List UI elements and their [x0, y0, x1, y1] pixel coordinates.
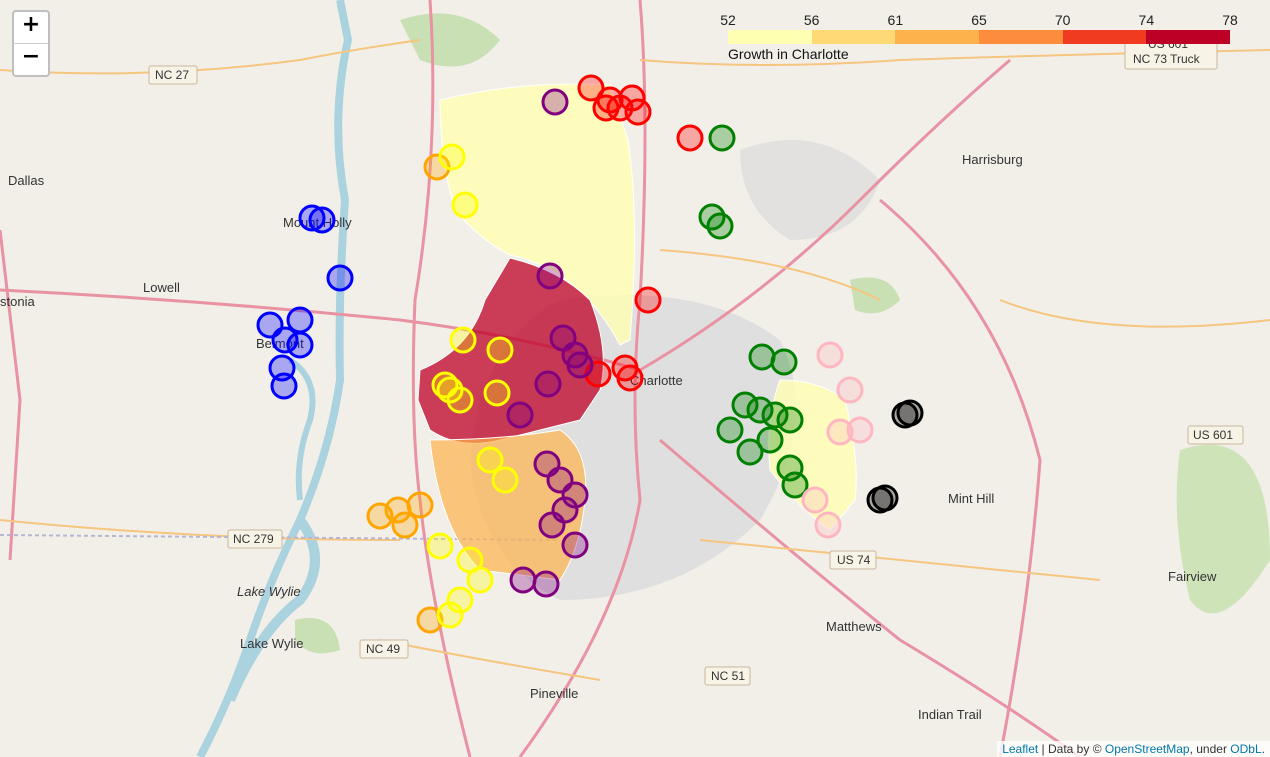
marker-blue[interactable] — [326, 264, 354, 292]
marker-blue[interactable] — [286, 331, 314, 359]
marker-yellow[interactable] — [436, 601, 464, 629]
marker-pink[interactable] — [816, 341, 844, 369]
marker-green[interactable] — [776, 406, 804, 434]
legend-caption: Growth in Charlotte — [728, 46, 849, 62]
marker-yellow[interactable] — [491, 466, 519, 494]
marker-pink[interactable] — [801, 486, 829, 514]
marker-purple[interactable] — [534, 370, 562, 398]
place-pineville: Pineville — [530, 686, 578, 701]
marker-purple[interactable] — [551, 496, 579, 524]
marker-yellow[interactable] — [451, 191, 479, 219]
marker-yellow[interactable] — [449, 326, 477, 354]
marker-purple[interactable] — [541, 88, 569, 116]
legend-swatch — [1146, 30, 1231, 44]
marker-red[interactable] — [616, 364, 644, 392]
place-fairview: Fairview — [1168, 569, 1217, 584]
marker-blue[interactable] — [308, 206, 336, 234]
place-harrisburg: Harrisburg — [962, 152, 1023, 167]
marker-black[interactable] — [866, 486, 894, 514]
legend-ticks: 52 56 61 65 70 74 78 — [720, 12, 1238, 30]
legend-tick: 78 — [1222, 12, 1238, 28]
odbl-link[interactable]: ODbL — [1230, 742, 1261, 756]
marker-red[interactable] — [592, 94, 620, 122]
legend-tick: 70 — [1054, 12, 1071, 28]
legend-tick: 74 — [1138, 12, 1155, 28]
legend-swatch — [728, 30, 812, 44]
attribution: Leaflet | Data by © OpenStreetMap, under… — [997, 741, 1270, 757]
legend-color-bar — [728, 30, 1231, 44]
svg-text:NC 27: NC 27 — [155, 68, 189, 82]
marker-yellow[interactable] — [438, 143, 466, 171]
zoom-out-button[interactable]: − — [14, 43, 48, 75]
marker-black[interactable] — [891, 401, 919, 429]
legend-tick: 61 — [887, 12, 904, 28]
place-lowell: Lowell — [143, 280, 180, 295]
legend-swatch — [811, 30, 896, 44]
legend-tick: 52 — [720, 12, 736, 28]
color-legend: 52 56 61 65 70 74 78 Growth in Charlotte — [720, 12, 1238, 62]
marker-pink[interactable] — [826, 418, 854, 446]
zoom-control: + − — [12, 10, 50, 77]
legend-swatch — [1062, 30, 1147, 44]
svg-text:US 601: US 601 — [1193, 428, 1233, 442]
place-lake-wylie: Lake Wylie — [240, 636, 303, 651]
marker-blue[interactable] — [270, 372, 298, 400]
zoom-in-button[interactable]: + — [14, 12, 48, 43]
marker-purple[interactable] — [561, 531, 589, 559]
leaflet-link[interactable]: Leaflet — [1002, 742, 1038, 756]
legend-tick: 65 — [971, 12, 987, 28]
marker-purple[interactable] — [536, 262, 564, 290]
place-dallas: Dallas — [8, 173, 45, 188]
legend-tick: 56 — [803, 12, 820, 28]
svg-text:NC 49: NC 49 — [366, 642, 400, 656]
osm-link[interactable]: OpenStreetMap — [1105, 742, 1190, 756]
marker-yellow[interactable] — [466, 566, 494, 594]
marker-green[interactable] — [770, 348, 798, 376]
place-mint-hill: Mint Hill — [948, 491, 994, 506]
svg-text:US 74: US 74 — [837, 553, 871, 567]
legend-swatch — [895, 30, 980, 44]
marker-green[interactable] — [716, 416, 744, 444]
legend-swatch — [979, 30, 1063, 44]
marker-red[interactable] — [618, 84, 646, 112]
marker-red[interactable] — [676, 124, 704, 152]
marker-purple[interactable] — [566, 351, 594, 379]
marker-green[interactable] — [756, 426, 784, 454]
marker-purple[interactable] — [532, 570, 560, 598]
marker-red[interactable] — [634, 286, 662, 314]
place-lake-wylie-water: Lake Wylie — [237, 584, 301, 599]
marker-orange[interactable] — [406, 491, 434, 519]
marker-yellow[interactable] — [426, 532, 454, 560]
marker-yellow[interactable] — [486, 336, 514, 364]
marker-purple[interactable] — [509, 566, 537, 594]
marker-pink[interactable] — [814, 511, 842, 539]
place-matthews: Matthews — [826, 619, 882, 634]
marker-green[interactable] — [706, 212, 734, 240]
marker-yellow[interactable] — [483, 379, 511, 407]
place-indian-trail: Indian Trail — [918, 707, 982, 722]
marker-pink[interactable] — [836, 376, 864, 404]
marker-green[interactable] — [708, 124, 736, 152]
marker-yellow[interactable] — [431, 371, 459, 399]
map[interactable]: Dallas Mount Holly Lowell stonia Belmont… — [0, 0, 1270, 757]
marker-purple[interactable] — [506, 401, 534, 429]
svg-text:NC 51: NC 51 — [711, 669, 745, 683]
marker-green[interactable] — [748, 343, 776, 371]
place-gastonia: stonia — [0, 294, 35, 309]
svg-text:NC 279: NC 279 — [233, 532, 274, 546]
